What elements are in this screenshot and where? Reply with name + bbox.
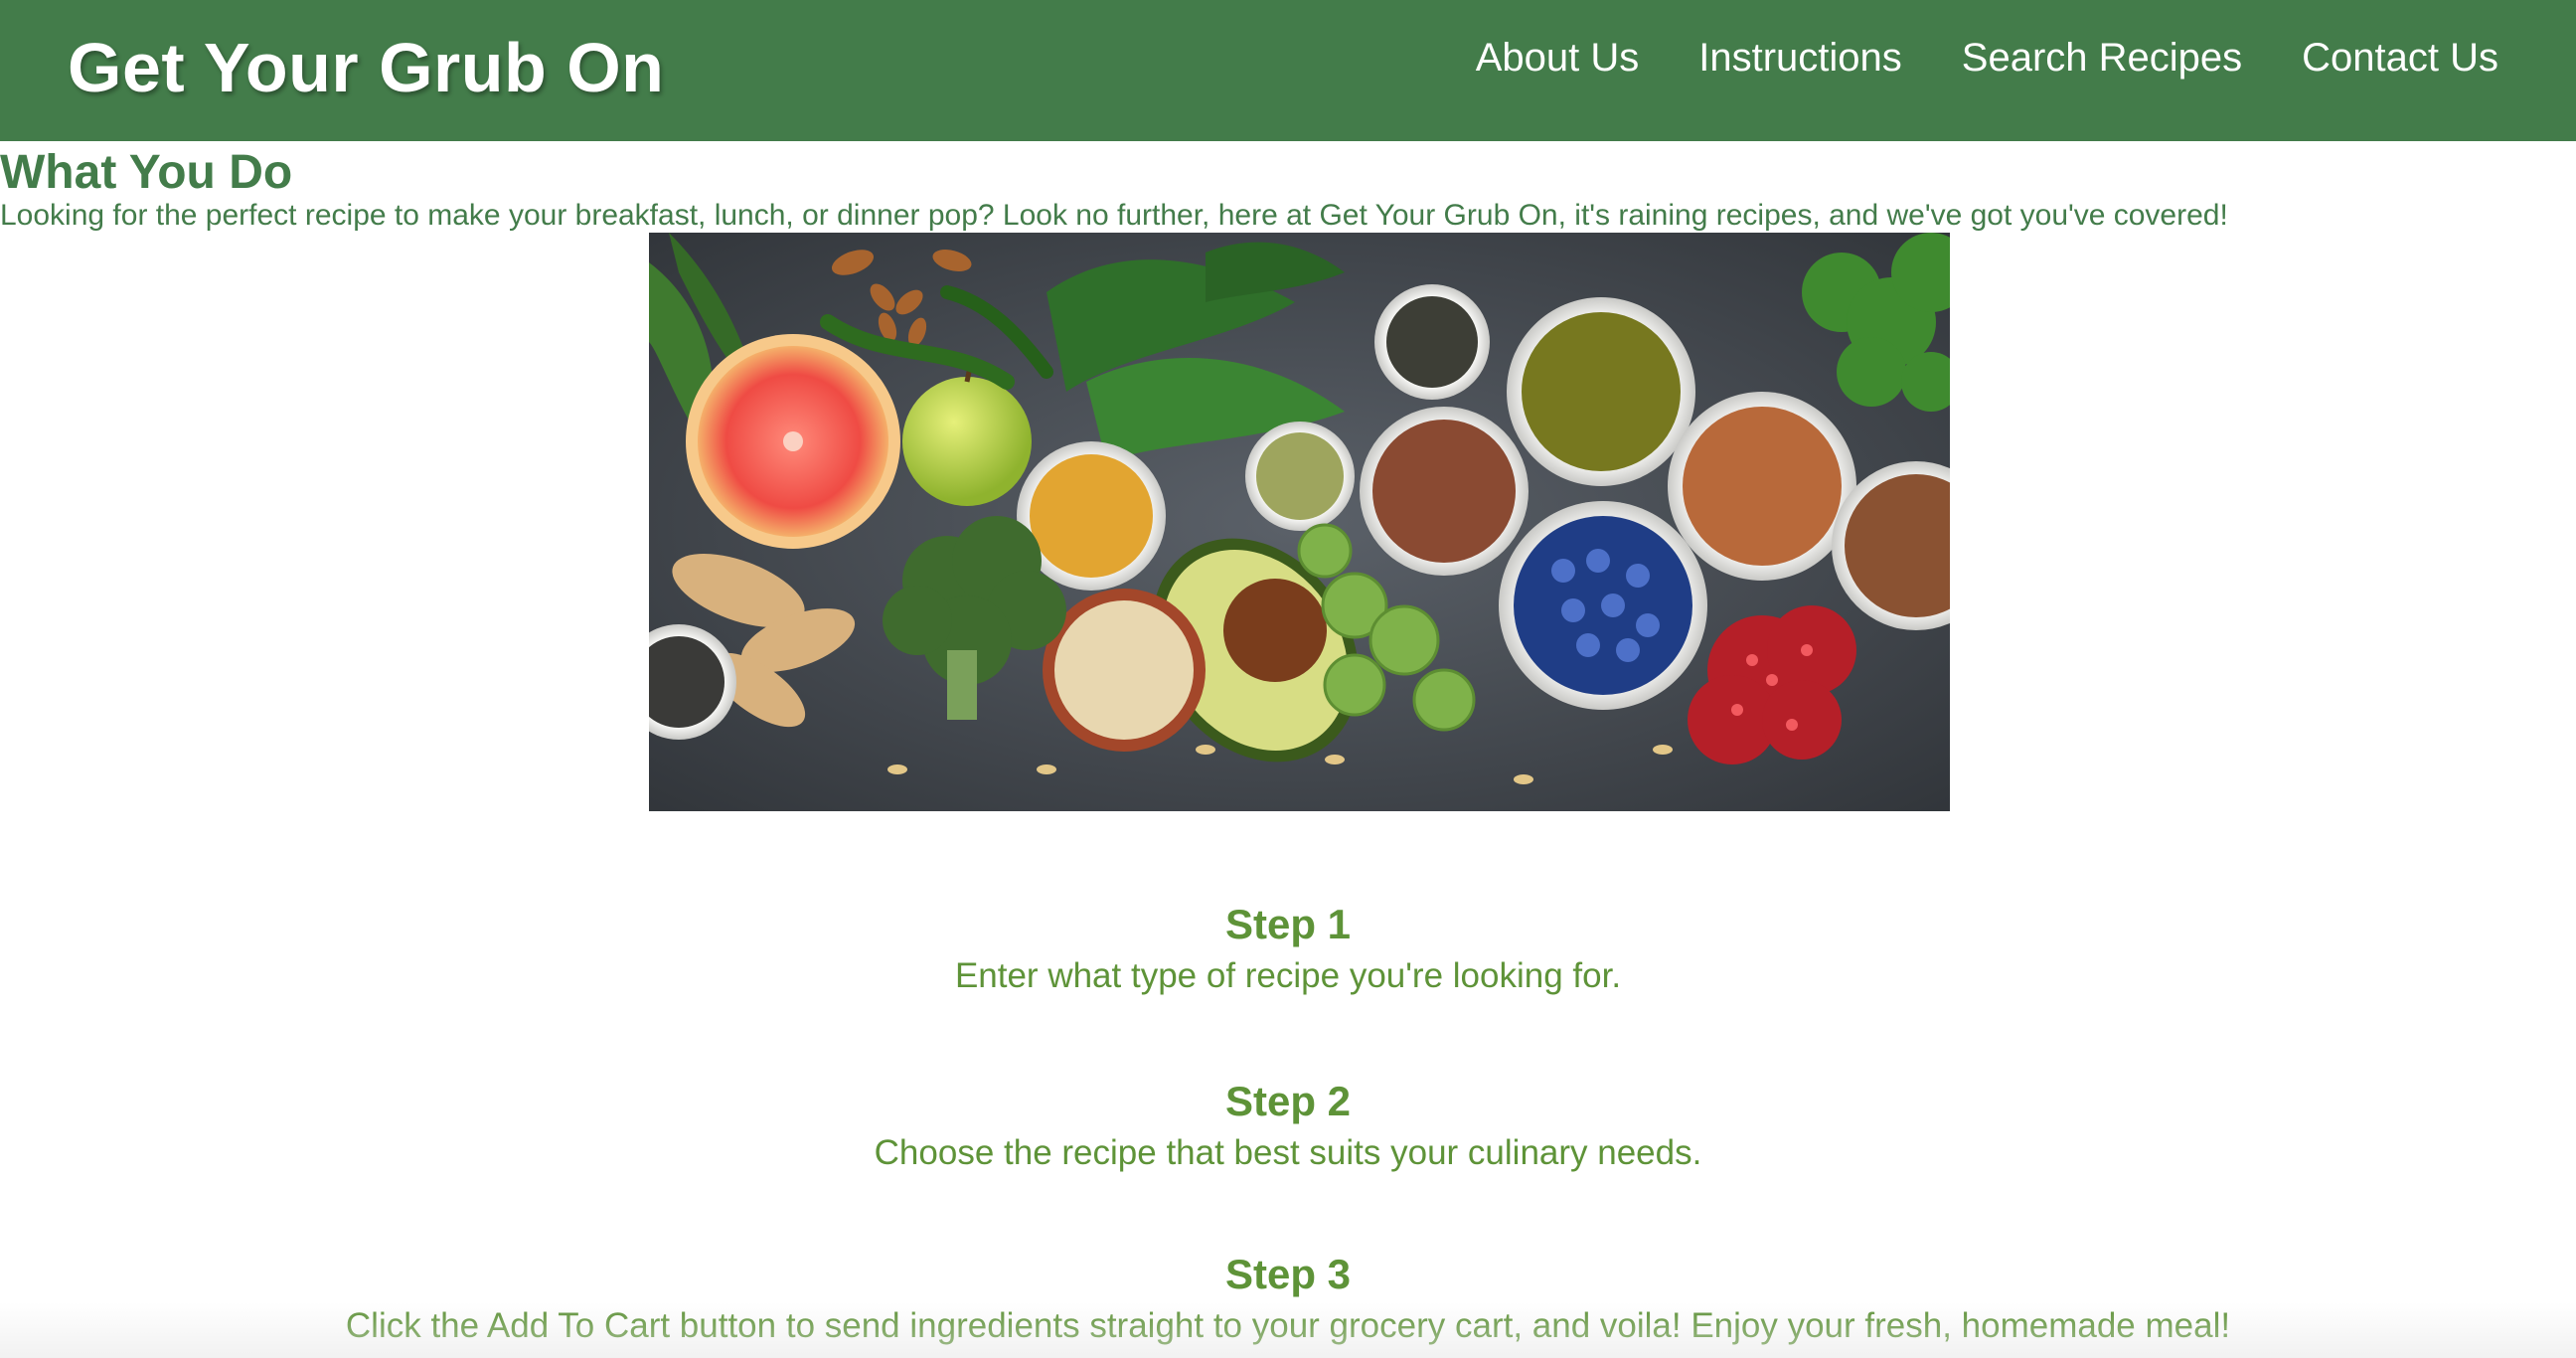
section-description: Looking for the perfect recipe to make y… xyxy=(0,199,2228,232)
nav-instructions[interactable]: Instructions xyxy=(1698,36,1902,81)
nav-about-us[interactable]: About Us xyxy=(1476,36,1640,81)
step-title: Step 1 xyxy=(1224,901,1352,947)
healthy-food-illustration xyxy=(649,233,1950,811)
main-nav: About Us Instructions Search Recipes Con… xyxy=(1476,36,2498,81)
step-text: Enter what type of recipe you're looking… xyxy=(954,956,1622,995)
nav-search-recipes[interactable]: Search Recipes xyxy=(1962,36,2242,81)
step-text: Choose the recipe that best suits your c… xyxy=(874,1133,1702,1172)
step-title: Step 3 xyxy=(1224,1251,1352,1297)
step-1: Step 1 Enter what type of recipe you're … xyxy=(0,901,2576,996)
nav-contact-us[interactable]: Contact Us xyxy=(2302,36,2498,81)
step-3: Step 3 Click the Add To Cart button to s… xyxy=(0,1251,2576,1346)
site-logo[interactable]: Get Your Grub On xyxy=(68,28,664,107)
step-2: Step 2 Choose the recipe that best suits… xyxy=(0,1078,2576,1173)
step-text: Click the Add To Cart button to send ing… xyxy=(345,1306,2231,1345)
section-title: What You Do xyxy=(0,146,293,199)
site-header: Get Your Grub On About Us Instructions S… xyxy=(0,0,2576,141)
step-title: Step 2 xyxy=(1224,1078,1352,1124)
hero-image xyxy=(649,233,1950,811)
